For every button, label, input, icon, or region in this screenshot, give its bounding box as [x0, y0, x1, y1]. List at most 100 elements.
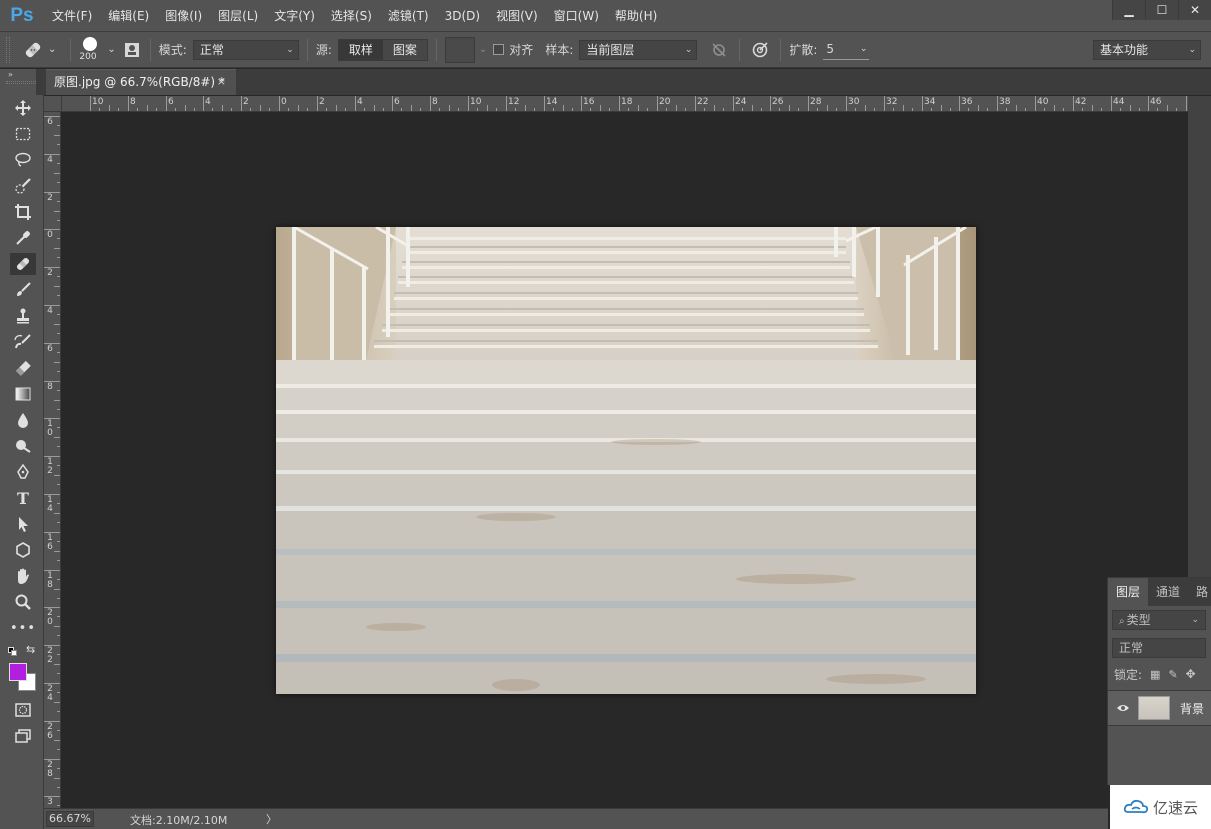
- workspace-select[interactable]: 基本功能 ⌄: [1093, 40, 1201, 60]
- menu-filter[interactable]: 滤镜(T): [380, 0, 437, 32]
- lasso-tool-icon[interactable]: [10, 149, 36, 171]
- ruler-minor-tick: [156, 108, 157, 111]
- brush-settings-icon[interactable]: [122, 40, 142, 60]
- brush-tool-icon[interactable]: [10, 279, 36, 301]
- menu-3d[interactable]: 3D(D): [437, 0, 488, 32]
- ruler-minor-tick: [57, 541, 60, 542]
- blur-tool-icon[interactable]: [10, 409, 36, 431]
- layer-row[interactable]: 背景: [1108, 690, 1211, 726]
- options-grip[interactable]: [6, 36, 10, 63]
- maximize-button[interactable]: ☐: [1145, 0, 1178, 20]
- menu-edit[interactable]: 编辑(E): [100, 0, 157, 32]
- ruler-minor-tick: [57, 635, 60, 636]
- close-button[interactable]: ✕: [1178, 0, 1211, 20]
- mode-value: 正常: [199, 42, 224, 57]
- ruler-minor-tick: [54, 740, 60, 741]
- sample-select[interactable]: 当前图层 ⌄: [579, 39, 698, 60]
- toolbar-collapse-icon[interactable]: »: [8, 70, 13, 79]
- document-info: 文档:2.10M/2.10M: [130, 814, 228, 827]
- ruler-tick: [1111, 96, 1112, 111]
- swap-colors-icon[interactable]: ⇆: [26, 643, 35, 656]
- screen-mode-icon[interactable]: [10, 725, 36, 747]
- ruler-tick-label: 32: [886, 97, 898, 107]
- menu-help[interactable]: 帮助(H): [607, 0, 665, 32]
- menu-layer[interactable]: 图层(L): [210, 0, 266, 32]
- ruler-tick-label: 28: [810, 97, 822, 107]
- document-tab[interactable]: 原图.jpg @ 66.7%(RGB/8#) * ×: [46, 69, 236, 95]
- pen-tool-icon[interactable]: [10, 461, 36, 483]
- lock-position-icon[interactable]: ✥: [1186, 667, 1196, 681]
- path-select-tool-icon[interactable]: [10, 513, 36, 535]
- source-sampled-button[interactable]: 取样: [338, 39, 383, 60]
- menu-file[interactable]: 文件(F): [44, 0, 100, 32]
- minimize-button[interactable]: ▁: [1112, 0, 1145, 20]
- menu-window[interactable]: 窗口(W): [546, 0, 607, 32]
- shape-tool-icon[interactable]: [10, 539, 36, 561]
- quick-select-tool-icon[interactable]: [10, 175, 36, 197]
- lock-pixels-icon[interactable]: ▦: [1150, 668, 1160, 681]
- brush-tip-icon: [83, 36, 98, 51]
- ruler-minor-tick: [1130, 105, 1131, 111]
- gradient-tool-icon[interactable]: [10, 383, 36, 405]
- move-tool-icon[interactable]: [10, 97, 36, 119]
- menu-view[interactable]: 视图(V): [488, 0, 546, 32]
- ruler-minor-tick: [54, 362, 60, 363]
- source-pattern-button[interactable]: 图案: [382, 39, 427, 60]
- ruler-minor-tick: [752, 105, 753, 111]
- zoom-field[interactable]: 66.67%: [46, 811, 94, 827]
- zoom-tool-icon[interactable]: [10, 591, 36, 613]
- pattern-chevron-icon[interactable]: ⌄: [479, 44, 487, 55]
- blend-mode-select[interactable]: 正常: [1112, 638, 1206, 658]
- crop-tool-icon[interactable]: [10, 201, 36, 223]
- stairs-image: [276, 227, 976, 694]
- history-brush-tool-icon[interactable]: [10, 331, 36, 353]
- default-colors-icon[interactable]: [8, 647, 17, 656]
- preset-chevron-icon[interactable]: ⌄: [48, 44, 56, 55]
- more-tools-icon[interactable]: •••: [10, 617, 36, 639]
- close-tab-icon[interactable]: ×: [217, 70, 226, 94]
- quick-mask-icon[interactable]: [10, 699, 36, 721]
- stairs-photo[interactable]: [276, 227, 976, 694]
- layer-filter-select[interactable]: ⌕ 类型 ⌄: [1112, 610, 1206, 630]
- foreground-color-swatch[interactable]: [9, 663, 27, 681]
- tab-layers[interactable]: 图层: [1108, 578, 1149, 606]
- ruler-minor-tick: [401, 108, 402, 111]
- menu-type[interactable]: 文字(Y): [266, 0, 323, 32]
- marquee-tool-icon[interactable]: [10, 123, 36, 145]
- blend-row: 正常: [1108, 634, 1211, 662]
- clone-stamp-tool-icon[interactable]: [10, 305, 36, 327]
- ruler-minor-tick: [798, 108, 799, 111]
- horizontal-ruler[interactable]: 10 8 6 4 2 0 2 4 6 8 10 12 14 16 18 20 22 24 26 28 30 32 34 36 3…: [62, 96, 1192, 112]
- menu-image[interactable]: 图像(I): [157, 0, 210, 32]
- tab-paths[interactable]: 路: [1188, 578, 1211, 606]
- tab-channels[interactable]: 通道: [1148, 578, 1188, 606]
- source-label: 源:: [315, 43, 332, 57]
- ruler-minor-tick: [704, 108, 705, 111]
- ruler-minor-tick: [931, 108, 932, 111]
- visibility-eye-icon[interactable]: [1108, 703, 1138, 713]
- align-checkbox[interactable]: [493, 44, 505, 55]
- eyedropper-tool-icon[interactable]: [10, 227, 36, 249]
- vertical-ruler[interactable]: 6 4 2 0 2 4 6 8 10 12 14 16 18 20 22 24 26 28 3: [44, 112, 61, 808]
- pattern-picker[interactable]: [444, 36, 475, 63]
- brush-size-picker[interactable]: 200: [79, 35, 103, 65]
- dodge-tool-icon[interactable]: [10, 435, 36, 457]
- ruler-origin[interactable]: [44, 96, 62, 112]
- mode-select[interactable]: 正常 ⌄: [192, 39, 299, 60]
- brush-chevron-icon[interactable]: ⌄: [107, 44, 115, 55]
- eraser-tool-icon[interactable]: [10, 357, 36, 379]
- ruler-tick-label: 12: [508, 97, 520, 107]
- toolbar-grip[interactable]: [6, 81, 38, 84]
- healing-brush-tool-icon[interactable]: [10, 253, 36, 275]
- status-menu-chevron-icon[interactable]: 〉: [266, 811, 277, 827]
- diffusion-select[interactable]: 5 ⌄: [823, 40, 870, 60]
- pressure-icon[interactable]: [748, 40, 772, 60]
- ruler-tick: [241, 96, 242, 111]
- ruler-minor-tick: [420, 108, 421, 111]
- hand-tool-icon[interactable]: [10, 565, 36, 587]
- type-tool-icon[interactable]: T: [10, 487, 36, 509]
- lock-brush-icon[interactable]: ✎: [1168, 668, 1177, 681]
- healing-brush-preset-icon[interactable]: [18, 38, 48, 62]
- menu-select[interactable]: 选择(S): [323, 0, 380, 32]
- ignore-adjustment-layers-icon[interactable]: [707, 40, 731, 60]
